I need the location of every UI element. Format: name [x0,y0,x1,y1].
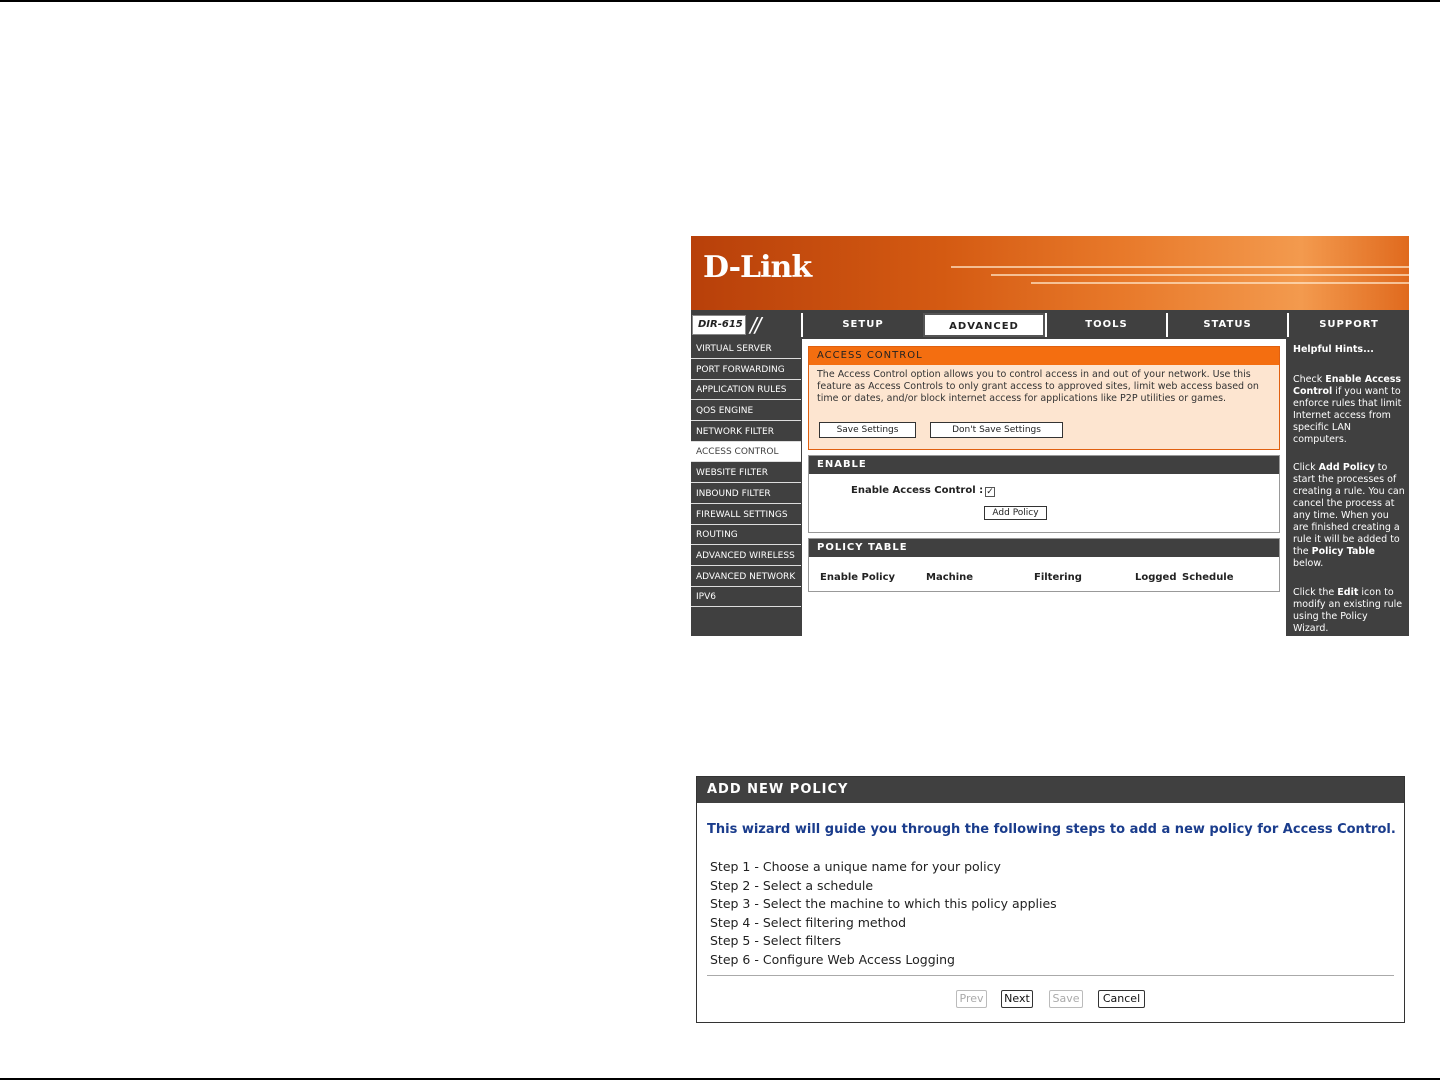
model-badge: DIR-615 // [692,313,800,337]
nav-network-filter[interactable]: NETWORK FILTER [691,422,801,442]
enable-access-control-label: Enable Access Control : [851,485,984,496]
nav-virtual-server[interactable]: VIRTUAL SERVER [691,339,801,359]
nav-application-rules[interactable]: APPLICATION RULES [691,380,801,401]
col-enable-policy: Enable Policy [820,572,896,583]
access-control-title: ACCESS CONTROL [809,347,1279,365]
helpful-hints-panel: Helpful Hints... Check Enable Access Con… [1288,339,1409,636]
next-button[interactable]: Next [1001,990,1033,1008]
nav-inbound-filter[interactable]: INBOUND FILTER [691,484,801,504]
enable-title: ENABLE [809,456,1279,474]
top-page-rule [0,0,1440,2]
tab-advanced[interactable]: ADVANCED [923,313,1045,337]
top-nav: DIR-615 // SETUP ADVANCED TOOLS STATUS S… [691,313,1409,337]
hint-add-policy: Click Add Policy to start the processes … [1293,462,1405,569]
wizard-step: Step 3 - Select the machine to which thi… [710,896,1057,912]
model-name: DIR-615 [692,315,746,335]
access-control-description: The Access Control option allows you to … [817,369,1259,404]
col-logged: Logged [1135,572,1177,583]
nav-advanced-network[interactable]: ADVANCED NETWORK [691,567,801,587]
save-button[interactable]: Save [1049,990,1083,1008]
wizard-step: Step 1 - Choose a unique name for your p… [710,859,1001,874]
col-machine: Machine [926,572,974,583]
header-banner: D-Link [691,236,1409,310]
banner-streak [1031,282,1409,284]
nav-firewall-settings[interactable]: FIREWALL SETTINGS [691,505,801,525]
enable-access-control-checkbox[interactable]: ✓ [985,487,995,497]
wizard-title: ADD NEW POLICY [697,777,1404,803]
hint-enable: Check Enable Access Control if you want … [1293,374,1402,445]
nav-ipv6[interactable]: IPV6 [691,587,801,608]
router-screenshot: D-Link DIR-615 // SETUP ADVANCED TOOLS S… [691,236,1409,636]
save-settings-button[interactable]: Save Settings [819,422,916,438]
wizard-step: Step 2 - Select a schedule [710,877,874,893]
policy-table-title: POLICY TABLE [809,539,1279,557]
tab-status[interactable]: STATUS [1166,313,1287,337]
prev-button[interactable]: Prev [956,990,987,1008]
enable-panel: ENABLE Enable Access Control : ✓ Add Pol… [808,455,1280,533]
main-content: ACCESS CONTROL The Access Control option… [802,339,1286,636]
model-slash-decoration: // [750,313,762,337]
hints-title: Helpful Hints... [1293,344,1374,355]
add-policy-button[interactable]: Add Policy [984,506,1047,520]
tab-support[interactable]: SUPPORT [1287,313,1409,337]
hint-edit: Click the Edit icon to modify an existin… [1293,587,1403,634]
nav-access-control[interactable]: ACCESS CONTROL [691,442,801,463]
banner-streak [951,266,1409,268]
nav-website-filter[interactable]: WEBSITE FILTER [691,463,801,484]
dlink-logo: D-Link [703,250,812,285]
access-control-panel: ACCESS CONTROL The Access Control option… [808,346,1280,450]
nav-advanced-wireless[interactable]: ADVANCED WIRELESS [691,546,801,566]
add-new-policy-wizard: ADD NEW POLICY This wizard will guide yo… [696,776,1405,1023]
cancel-button[interactable]: Cancel [1098,990,1145,1008]
wizard-step: Step 4 - Select filtering method [710,914,907,930]
policy-table-panel: POLICY TABLE Enable Policy Machine Filte… [808,538,1280,592]
wizard-lead: This wizard will guide you through the f… [707,822,1396,837]
wizard-steps: Step 1 - Choose a unique name for your p… [710,858,1057,970]
col-schedule: Schedule [1182,572,1234,583]
nav-routing[interactable]: ROUTING [691,525,801,546]
wizard-step: Step 6 - Configure Web Access Logging [710,951,955,967]
nav-qos-engine[interactable]: QOS ENGINE [691,401,801,422]
wizard-divider [707,975,1394,976]
col-filtering: Filtering [1034,572,1082,583]
tab-setup[interactable]: SETUP [801,313,923,337]
banner-streak [991,274,1409,276]
dont-save-settings-button[interactable]: Don't Save Settings [930,422,1063,438]
nav-port-forwarding[interactable]: PORT FORWARDING [691,360,801,380]
tab-tools[interactable]: TOOLS [1045,313,1166,337]
wizard-step: Step 5 - Select filters [710,933,841,949]
bottom-page-rule [0,1078,1440,1080]
left-nav: VIRTUAL SERVER PORT FORWARDING APPLICATI… [691,339,801,608]
